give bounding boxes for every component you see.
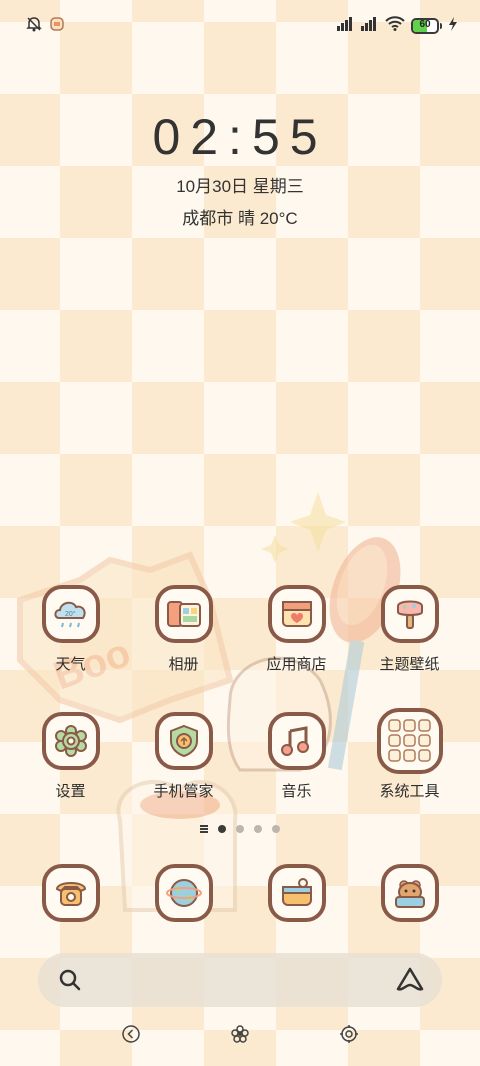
settings-icon (41, 712, 100, 770)
app-store-icon (267, 585, 326, 643)
app-label: 手机管家 (153, 783, 214, 800)
messages-icon (267, 864, 326, 922)
clock-date: 10月30日 星期三 (176, 177, 304, 196)
phone-icon (41, 864, 100, 922)
app-security[interactable]: 手机管家 (127, 712, 240, 827)
dock-browser[interactable] (127, 864, 240, 924)
page-indicator[interactable] (0, 825, 480, 833)
app-app-store[interactable]: 应用商店 (240, 585, 353, 700)
gallery-icon (154, 585, 213, 643)
search-bar[interactable] (38, 953, 442, 1007)
page-list-icon (200, 825, 208, 833)
home-button[interactable] (230, 1024, 250, 1049)
search-icon (58, 968, 82, 997)
signal-icon (361, 16, 379, 36)
navigation-bar (0, 1024, 480, 1050)
page-dot (254, 825, 262, 833)
recents-button[interactable] (339, 1024, 359, 1049)
clock-time: 02:55 (152, 109, 328, 165)
weather-icon-text: 20° (65, 610, 76, 618)
app-label: 系统工具 (379, 783, 440, 800)
weather-icon: 20° (41, 585, 100, 643)
app-label: 相册 (168, 656, 199, 673)
battery-icon: 60 (411, 18, 442, 34)
signal-icon (337, 16, 355, 36)
charging-icon (448, 16, 458, 36)
assistant-icon[interactable] (396, 967, 424, 998)
browser-icon (154, 864, 213, 922)
app-gallery[interactable]: 相册 (127, 585, 240, 700)
app-music[interactable]: 音乐 (240, 712, 353, 827)
page-dot (272, 825, 280, 833)
security-icon (154, 712, 213, 770)
dock-messages[interactable] (240, 864, 353, 924)
dock-phone[interactable] (14, 864, 127, 924)
page-dot (218, 825, 226, 833)
camera-icon (380, 864, 439, 922)
dock-camera[interactable] (353, 864, 466, 924)
system-tools-folder-icon (376, 708, 443, 774)
clock-widget[interactable]: 02:55 10月30日 星期三 成都市 晴 20°C (0, 108, 480, 229)
music-icon (267, 712, 326, 770)
clock-weather: 成都市 晴 20°C (182, 209, 298, 228)
back-button[interactable] (121, 1024, 141, 1049)
theme-wallpaper-icon (380, 585, 439, 643)
folder-system-tools[interactable]: 系统工具 (353, 708, 466, 827)
wifi-icon (385, 16, 405, 36)
app-weather[interactable]: 20° 天气 (14, 585, 127, 700)
app-label: 应用商店 (266, 656, 327, 673)
app-label: 音乐 (281, 783, 312, 800)
app-theme-wallpaper[interactable]: 主题壁纸 (353, 585, 466, 700)
dock (14, 864, 466, 924)
page-dot (236, 825, 244, 833)
battery-level: 60 (419, 19, 431, 30)
bell-off-icon (26, 16, 42, 37)
app-settings[interactable]: 设置 (14, 712, 127, 827)
app-label: 天气 (55, 656, 86, 673)
app-grid: 20° 天气 相册 应用商店 主题壁纸 设置 手机管家 音乐 系统工具 (14, 585, 466, 827)
status-bar: 60 (0, 0, 480, 50)
app-label: 设置 (55, 783, 86, 800)
app-label: 主题壁纸 (379, 656, 440, 673)
notification-app-icon (50, 17, 64, 36)
